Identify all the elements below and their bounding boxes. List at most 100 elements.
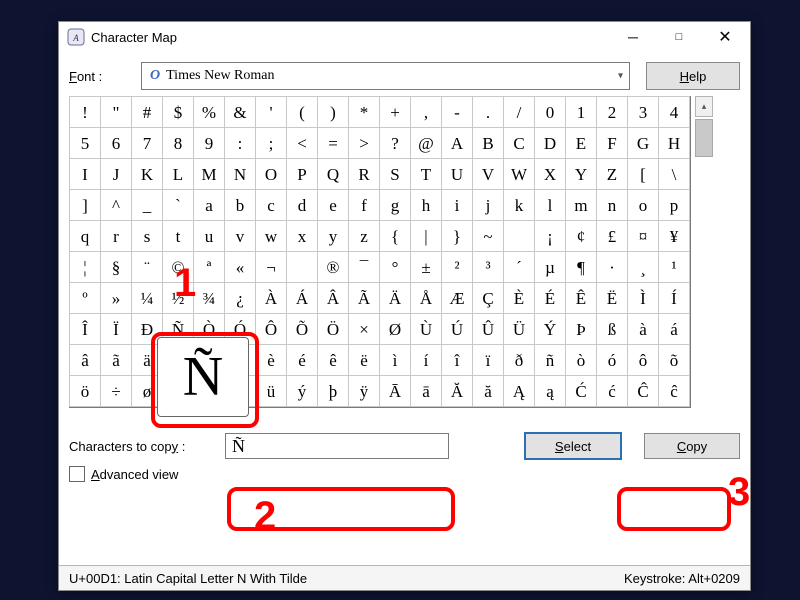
char-cell[interactable]: ( [286, 96, 318, 128]
scroll-up-button[interactable]: ▴ [695, 96, 713, 117]
char-cell[interactable]: ā [410, 375, 442, 407]
char-cell[interactable]: E [565, 127, 597, 159]
char-cell[interactable]: » [100, 282, 132, 314]
char-cell[interactable]: ¯ [348, 251, 380, 283]
char-cell[interactable]: à [627, 313, 659, 345]
char-cell[interactable]: / [503, 96, 535, 128]
char-cell[interactable]: ì [379, 344, 411, 376]
char-cell[interactable]: ¤ [627, 220, 659, 252]
char-cell[interactable]: ] [69, 189, 101, 221]
char-cell[interactable]: l [534, 189, 566, 221]
char-cell[interactable]: , [410, 96, 442, 128]
char-cell[interactable]: © [162, 251, 194, 283]
char-cell[interactable]: H [658, 127, 690, 159]
char-cell[interactable]: ­ [286, 251, 318, 283]
char-cell[interactable]: ¾ [193, 282, 225, 314]
char-cell[interactable]: Ă [441, 375, 473, 407]
char-cell[interactable]: B [472, 127, 504, 159]
char-cell[interactable]: 0 [534, 96, 566, 128]
char-cell[interactable]: w [255, 220, 287, 252]
char-cell[interactable]: ê [317, 344, 349, 376]
char-cell[interactable]: A [441, 127, 473, 159]
char-cell[interactable]: Ê [565, 282, 597, 314]
char-cell[interactable]: r [100, 220, 132, 252]
char-cell[interactable]: s [131, 220, 163, 252]
scrollbar[interactable]: ▴ [695, 96, 713, 408]
char-cell[interactable]: Ç [472, 282, 504, 314]
char-cell[interactable]: « [224, 251, 256, 283]
char-cell[interactable]: Õ [286, 313, 318, 345]
char-cell[interactable]: R [348, 158, 380, 190]
char-cell[interactable]: ? [379, 127, 411, 159]
char-cell[interactable]: < [286, 127, 318, 159]
char-cell[interactable]: ó [596, 344, 628, 376]
char-cell[interactable]: ü [255, 375, 287, 407]
char-cell[interactable]: ¸ [627, 251, 659, 283]
char-cell[interactable]: | [410, 220, 442, 252]
char-cell[interactable]: Ù [410, 313, 442, 345]
char-cell[interactable]: Z [596, 158, 628, 190]
char-cell[interactable]: . [472, 96, 504, 128]
char-cell[interactable]: ß [596, 313, 628, 345]
char-cell[interactable]: ¢ [565, 220, 597, 252]
char-cell[interactable]: f [348, 189, 380, 221]
char-cell[interactable]: 4 [658, 96, 690, 128]
char-cell[interactable]: µ [534, 251, 566, 283]
char-cell[interactable]: ¿ [224, 282, 256, 314]
char-cell[interactable]: Ā [379, 375, 411, 407]
char-cell[interactable]: @ [410, 127, 442, 159]
char-cell[interactable]: Ą [503, 375, 535, 407]
char-cell[interactable]: Y [565, 158, 597, 190]
char-cell[interactable]: j [472, 189, 504, 221]
char-cell[interactable]: ® [317, 251, 349, 283]
char-cell[interactable]: k [503, 189, 535, 221]
char-cell[interactable]: × [348, 313, 380, 345]
char-cell[interactable]: = [317, 127, 349, 159]
char-cell[interactable]: Ï [100, 313, 132, 345]
copy-button[interactable]: Copy [644, 433, 740, 459]
char-cell[interactable]: ² [441, 251, 473, 283]
select-button[interactable]: Select [524, 432, 622, 460]
char-cell[interactable]: L [162, 158, 194, 190]
char-cell[interactable]: õ [658, 344, 690, 376]
char-cell[interactable]: § [100, 251, 132, 283]
char-cell[interactable]: t [162, 220, 194, 252]
char-cell[interactable]: a [193, 189, 225, 221]
char-cell[interactable]: I [69, 158, 101, 190]
char-cell[interactable]: i [441, 189, 473, 221]
font-select[interactable]: O Times New Roman ▾ [141, 62, 630, 90]
char-cell[interactable]: ÿ [348, 375, 380, 407]
char-cell[interactable]: F [596, 127, 628, 159]
char-cell[interactable]: Á [286, 282, 318, 314]
char-cell[interactable]: é [286, 344, 318, 376]
char-cell[interactable]: Û [472, 313, 504, 345]
char-cell[interactable]: ª [193, 251, 225, 283]
char-cell[interactable]: u [193, 220, 225, 252]
char-cell[interactable]: q [69, 220, 101, 252]
char-cell[interactable]: ñ [534, 344, 566, 376]
char-cell[interactable]: Å [410, 282, 442, 314]
char-cell[interactable]: Â [317, 282, 349, 314]
char-cell[interactable]: z [348, 220, 380, 252]
maximize-button[interactable]: □ [656, 22, 702, 52]
char-cell[interactable]: ± [410, 251, 442, 283]
char-cell[interactable]: ½ [162, 282, 194, 314]
char-cell[interactable]: & [224, 96, 256, 128]
char-cell[interactable]: ³ [472, 251, 504, 283]
char-cell[interactable]: S [379, 158, 411, 190]
char-cell[interactable]: c [255, 189, 287, 221]
char-cell[interactable]: } [441, 220, 473, 252]
char-cell[interactable]: h [410, 189, 442, 221]
char-cell[interactable]: £ [596, 220, 628, 252]
char-cell[interactable]: y [317, 220, 349, 252]
char-cell[interactable]: " [100, 96, 132, 128]
char-cell[interactable]: Ä [379, 282, 411, 314]
char-cell[interactable]: Í [658, 282, 690, 314]
char-cell[interactable]: + [379, 96, 411, 128]
char-cell[interactable]: 9 [193, 127, 225, 159]
char-cell[interactable]: ý [286, 375, 318, 407]
char-cell[interactable]: P [286, 158, 318, 190]
char-cell[interactable]: ! [69, 96, 101, 128]
char-cell[interactable]: Ø [379, 313, 411, 345]
char-cell[interactable]: Ö [317, 313, 349, 345]
